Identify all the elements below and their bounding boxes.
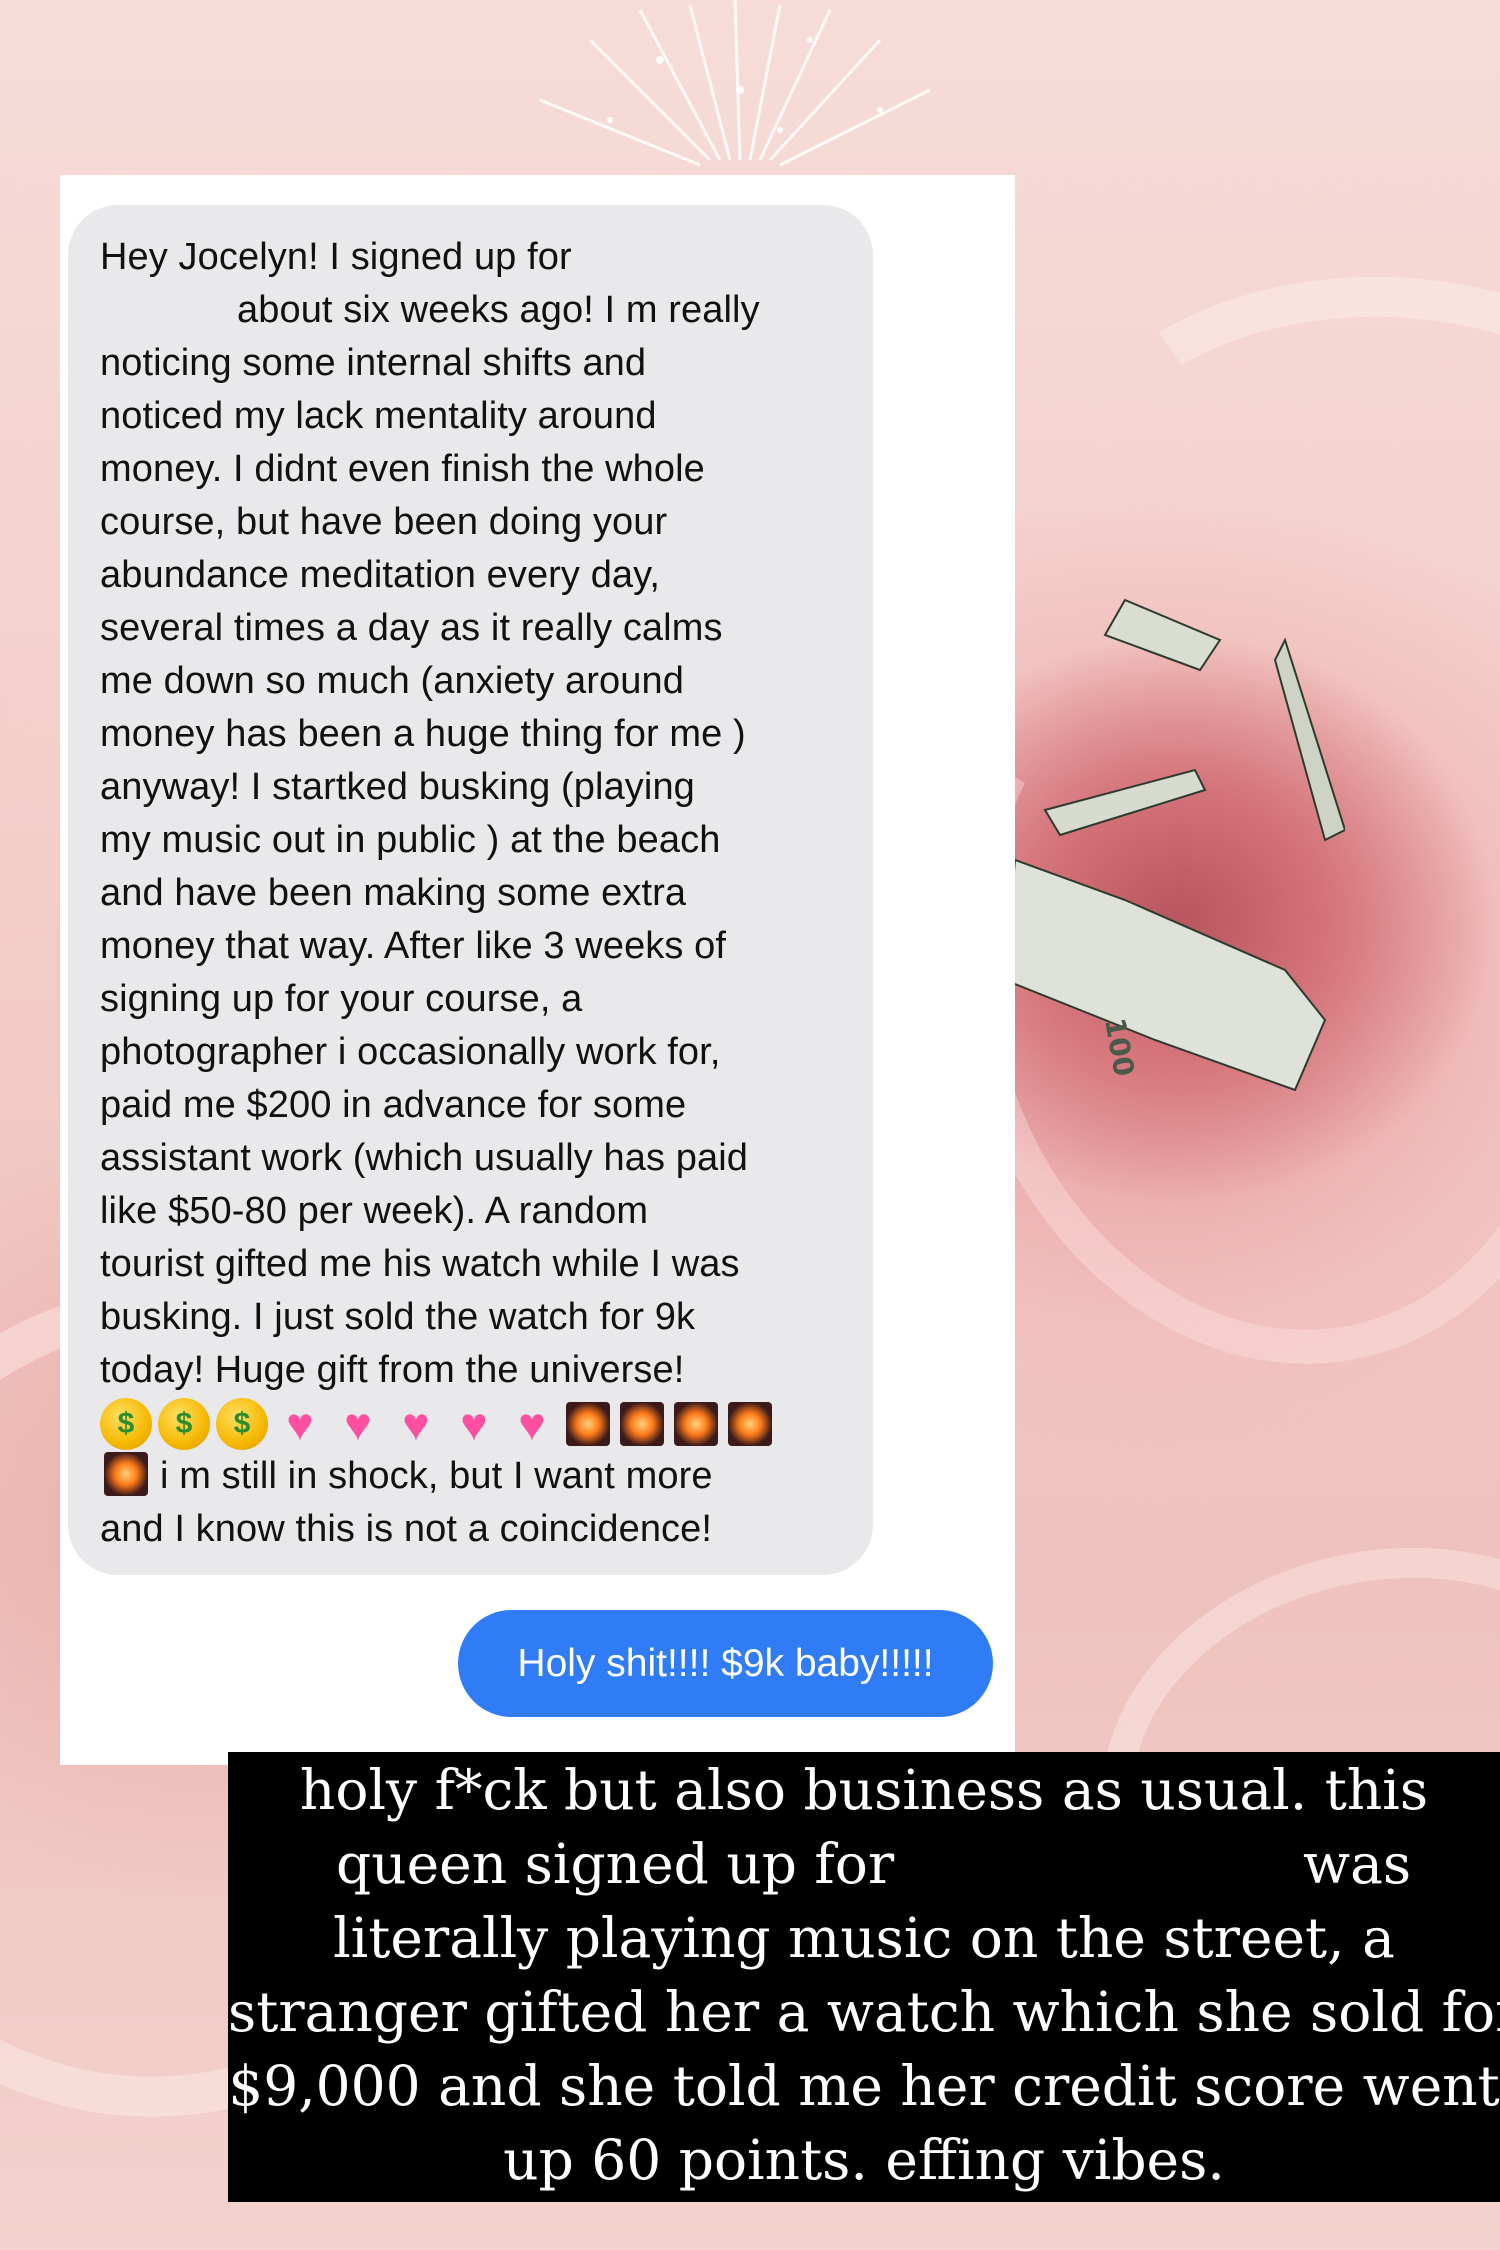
incoming-message-bubble: Hey Jocelyn! I signed up for about six w… (68, 205, 873, 1575)
message-line: money that way. After like 3 weeks of (100, 925, 727, 967)
message-line: my music out in public ) at the beach (100, 819, 721, 861)
sparkle-burst-icon (539, 0, 931, 167)
message-line: about six weeks ago! I m really (237, 289, 760, 331)
money-mouth-face-icon: $ (100, 1397, 152, 1450)
message-line: today! Huge gift from the universe! (100, 1349, 685, 1391)
message-line: noticed my lack mentality around (100, 395, 657, 437)
message-line: like $50-80 per week). A random (100, 1190, 649, 1232)
message-line: anyway! I startked busking (playing (100, 766, 695, 808)
growing-heart-icon: ♥ (402, 1397, 430, 1450)
fireworks-icon (566, 1401, 610, 1446)
growing-heart-icon: ♥ (518, 1397, 546, 1450)
message-line: paid me $200 in advance for some (100, 1084, 687, 1126)
fireworks-icon (620, 1401, 664, 1446)
outgoing-message-bubble: Holy shit!!!! $9k baby!!!!! (458, 1610, 993, 1717)
caption-line: $9,000 and she told me her credit score … (228, 2054, 1500, 2118)
message-line: money. I didnt even finish the whole (100, 448, 705, 490)
fireworks-icon (104, 1452, 148, 1496)
message-line: assistant work (which usually has paid (100, 1137, 748, 1179)
fireworks-icon (674, 1401, 718, 1446)
caption-line: queen signed up for (336, 1832, 895, 1896)
message-line: signing up for your course, a (100, 978, 583, 1020)
message-line: photographer i occasionally work for, (100, 1031, 721, 1073)
message-line: and have been making some extra (100, 872, 687, 914)
message-line-with-emoji: i m still in shock, but I want more (100, 1450, 837, 1503)
caption-line: stranger gifted her a watch which she so… (228, 1980, 1500, 2044)
emoji-row: $ $ $ ♥ ♥ ♥ ♥ ♥ (100, 1397, 837, 1450)
growing-heart-icon: ♥ (460, 1397, 488, 1450)
message-line: money has been a huge thing for me ) (100, 713, 746, 755)
message-line: busking. I just sold the watch for 9k (100, 1296, 696, 1338)
fireworks-icon (728, 1401, 772, 1446)
caption-line: up 60 points. effing vibes. (503, 2128, 1225, 2192)
message-line: abundance meditation every day, (100, 554, 661, 596)
message-line: noticing some internal shifts and (100, 342, 647, 384)
story-caption: holy f*ck but also business as usual. th… (228, 1752, 1500, 2202)
money-mouth-face-icon: $ (216, 1397, 268, 1450)
message-line: me down so much (anxiety around (100, 660, 684, 702)
message-line: tourist gifted me his watch while I was (100, 1243, 740, 1285)
message-line: course, but have been doing your (100, 501, 668, 543)
money-mouth-face-icon: $ (158, 1397, 210, 1450)
caption-line: literally playing music on the street, a (333, 1906, 1395, 1970)
message-line: and I know this is not a coincidence! (100, 1508, 713, 1550)
message-line: Hey Jocelyn! I signed up for (100, 236, 572, 278)
message-tail-line: i m still in shock, but I want more (160, 1455, 713, 1497)
caption-line: holy f*ck but also business as usual. th… (299, 1758, 1429, 1822)
message-line: several times a day as it really calms (100, 607, 723, 649)
caption-line: was (1303, 1832, 1412, 1896)
growing-heart-icon: ♥ (344, 1397, 372, 1450)
flying-money-icon: 100 (1003, 598, 1345, 1092)
growing-heart-icon: ♥ (286, 1397, 314, 1450)
